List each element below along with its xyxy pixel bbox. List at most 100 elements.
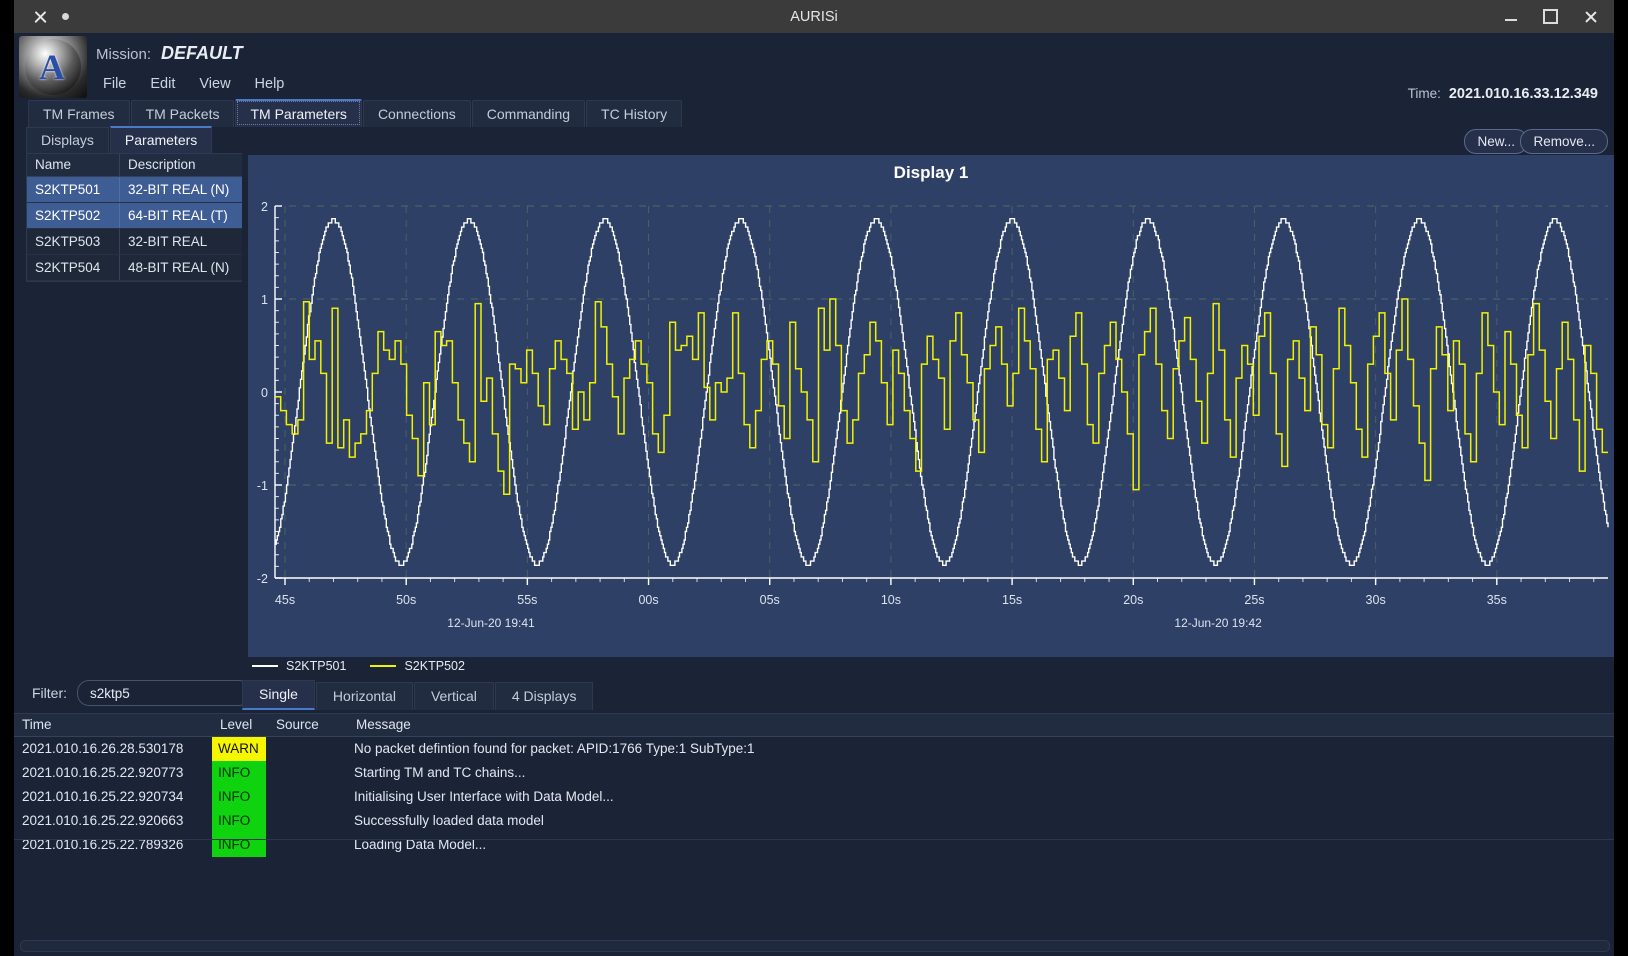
log-message: Loading Data Model... — [354, 837, 487, 852]
log-message: Initialising User Interface with Data Mo… — [354, 789, 614, 804]
app-header: A Mission: DEFAULT File Edit View Help Ti… — [14, 33, 1614, 102]
cell-description: 64-BIT REAL (T) — [128, 208, 228, 223]
menu-bar: File Edit View Help — [94, 73, 293, 95]
legend-label: S2KTP501 — [286, 659, 347, 673]
menu-view[interactable]: View — [190, 73, 239, 95]
filter-label: Filter: — [32, 685, 67, 701]
svg-text:05s: 05s — [760, 593, 780, 607]
close-window-icon[interactable] — [1584, 10, 1598, 24]
log-source — [266, 809, 346, 833]
log-time: 2021.010.16.25.22.920734 — [22, 789, 184, 804]
window-titlebar: AURISi — [14, 0, 1614, 33]
log-time: 2021.010.16.25.22.920773 — [22, 765, 184, 780]
tab-tc-history[interactable]: TC History — [586, 100, 683, 127]
chart-legend: S2KTP501 S2KTP502 — [252, 659, 465, 673]
filter-input[interactable] — [77, 680, 251, 706]
tab-connections[interactable]: Connections — [362, 100, 471, 127]
log-source — [266, 737, 346, 761]
log-time: 2021.010.16.25.22.920663 — [22, 813, 184, 828]
app-logo: A — [19, 36, 87, 98]
legend-item-s2ktp502[interactable]: S2KTP502 — [370, 659, 465, 673]
tab-tm-parameters[interactable]: TM Parameters — [235, 99, 362, 127]
legend-label: S2KTP502 — [404, 659, 465, 673]
log-table: Time Level Source Message 2021.010.16.26… — [14, 713, 1614, 956]
plot-mode-horizontal[interactable]: Horizontal — [315, 682, 413, 710]
plot-area[interactable]: Display 1 2 1 0 -1 -2 45s 50s 55s 00s 05s 10s 15s 20… — [248, 155, 1614, 657]
legend-swatch — [370, 665, 397, 667]
svg-text:-2: -2 — [257, 572, 268, 586]
sub-tab-parameters[interactable]: Parameters — [109, 126, 213, 153]
plot-mode-4-displays[interactable]: 4 Displays — [494, 682, 594, 710]
mission-label: Mission: — [96, 46, 152, 63]
plot-mode-vertical[interactable]: Vertical — [413, 682, 494, 710]
log-row[interactable]: 2021.010.16.26.28.530178 WARN No packet … — [14, 737, 1614, 761]
svg-text:12-Jun-20 19:41: 12-Jun-20 19:41 — [447, 616, 535, 630]
maximize-icon[interactable] — [1543, 9, 1558, 24]
plot-mode-single[interactable]: Single — [242, 680, 315, 710]
logo-letter: A — [39, 47, 65, 87]
cell-name: S2KTP501 — [27, 177, 120, 202]
application-window: A Mission: DEFAULT File Edit View Help Ti… — [14, 33, 1614, 956]
legend-item-s2ktp501[interactable]: S2KTP501 — [252, 659, 346, 673]
svg-text:00s: 00s — [638, 593, 658, 607]
table-row[interactable]: S2KTP503 32-BIT REAL — [27, 229, 243, 255]
menu-edit[interactable]: Edit — [141, 73, 184, 95]
svg-text:-1: -1 — [257, 479, 268, 493]
cell-description: 32-BIT REAL — [128, 234, 208, 249]
svg-text:1: 1 — [261, 293, 268, 307]
app-root: AURISi A Mission: DEFAULT File Edit View … — [0, 0, 1628, 956]
tab-tm-packets[interactable]: TM Packets — [130, 100, 235, 127]
parameters-table: Name Description S2KTP501 32-BIT REAL (N… — [26, 153, 244, 282]
log-source — [266, 785, 346, 809]
mission-time: Time: 2021.010.16.33.12.349 — [1408, 86, 1598, 102]
log-column-source: Source — [276, 717, 319, 732]
cell-name: S2KTP503 — [27, 229, 120, 254]
svg-text:12-Jun-20 19:42: 12-Jun-20 19:42 — [1174, 616, 1262, 630]
plot-toolbar: New... Remove... — [242, 127, 1614, 155]
tab-commanding[interactable]: Commanding — [471, 100, 586, 127]
table-header-row: Name Description — [27, 154, 243, 177]
sub-tab-displays[interactable]: Displays — [26, 127, 109, 153]
svg-text:0: 0 — [261, 386, 268, 400]
legend-swatch — [252, 665, 278, 667]
svg-text:15s: 15s — [1002, 593, 1022, 607]
table-row[interactable]: S2KTP501 32-BIT REAL (N) — [27, 177, 243, 203]
cell-description: 48-BIT REAL (N) — [128, 260, 230, 275]
svg-text:45s: 45s — [275, 593, 295, 607]
svg-text:55s: 55s — [517, 593, 537, 607]
table-row[interactable]: S2KTP502 64-BIT REAL (T) — [27, 203, 243, 229]
new-display-button[interactable]: New... — [1464, 129, 1528, 154]
content-area: Displays Parameters Name Description S2K… — [14, 126, 1614, 956]
table-row[interactable]: S2KTP504 48-BIT REAL (N) — [27, 255, 243, 281]
chart-canvas: 2 1 0 -1 -2 45s 50s 55s 00s 05s 10s 15s 20s 25s 30s 35s… — [257, 200, 1609, 630]
log-row[interactable]: 2021.010.16.25.22.920734 INFO Initialisi… — [14, 785, 1614, 809]
cell-name: S2KTP502 — [27, 203, 120, 228]
log-time: 2021.010.16.26.28.530178 — [22, 741, 184, 756]
log-row[interactable]: 2021.010.16.25.22.920663 INFO Successful… — [14, 809, 1614, 833]
svg-text:35s: 35s — [1487, 593, 1507, 607]
remove-display-button[interactable]: Remove... — [1520, 129, 1608, 154]
log-level-badge: WARN — [212, 737, 266, 761]
log-source — [266, 833, 346, 857]
filter-bar: Filter: — [14, 673, 251, 713]
menu-file[interactable]: File — [94, 73, 135, 95]
main-tab-bar: TM Frames TM Packets TM Parameters Conne… — [28, 99, 683, 127]
parameters-panel: Displays Parameters Name Description S2K… — [14, 126, 251, 713]
svg-text:50s: 50s — [396, 593, 416, 607]
log-row[interactable]: 2021.010.16.25.22.920773 INFO Starting T… — [14, 761, 1614, 785]
log-message: No packet defintion found for packet: AP… — [354, 741, 755, 756]
menu-help[interactable]: Help — [246, 73, 294, 95]
minimize-icon[interactable] — [1505, 11, 1517, 23]
log-level-badge: INFO — [212, 785, 266, 809]
parameters-sub-tab-bar: Displays Parameters — [26, 126, 242, 153]
log-message: Starting TM and TC chains... — [354, 765, 526, 780]
time-label: Time: — [1407, 86, 1441, 101]
log-horizontal-scrollbar[interactable] — [20, 940, 1610, 952]
tab-tm-frames[interactable]: TM Frames — [28, 100, 130, 127]
time-value: 2021.010.16.33.12.349 — [1448, 86, 1598, 102]
log-column-message: Message — [356, 717, 411, 732]
log-row[interactable]: 2021.010.16.25.22.789326 INFO Loading Da… — [14, 833, 1614, 857]
svg-text:2: 2 — [261, 200, 268, 214]
svg-text:20s: 20s — [1123, 593, 1143, 607]
cell-description: 32-BIT REAL (N) — [128, 182, 230, 197]
